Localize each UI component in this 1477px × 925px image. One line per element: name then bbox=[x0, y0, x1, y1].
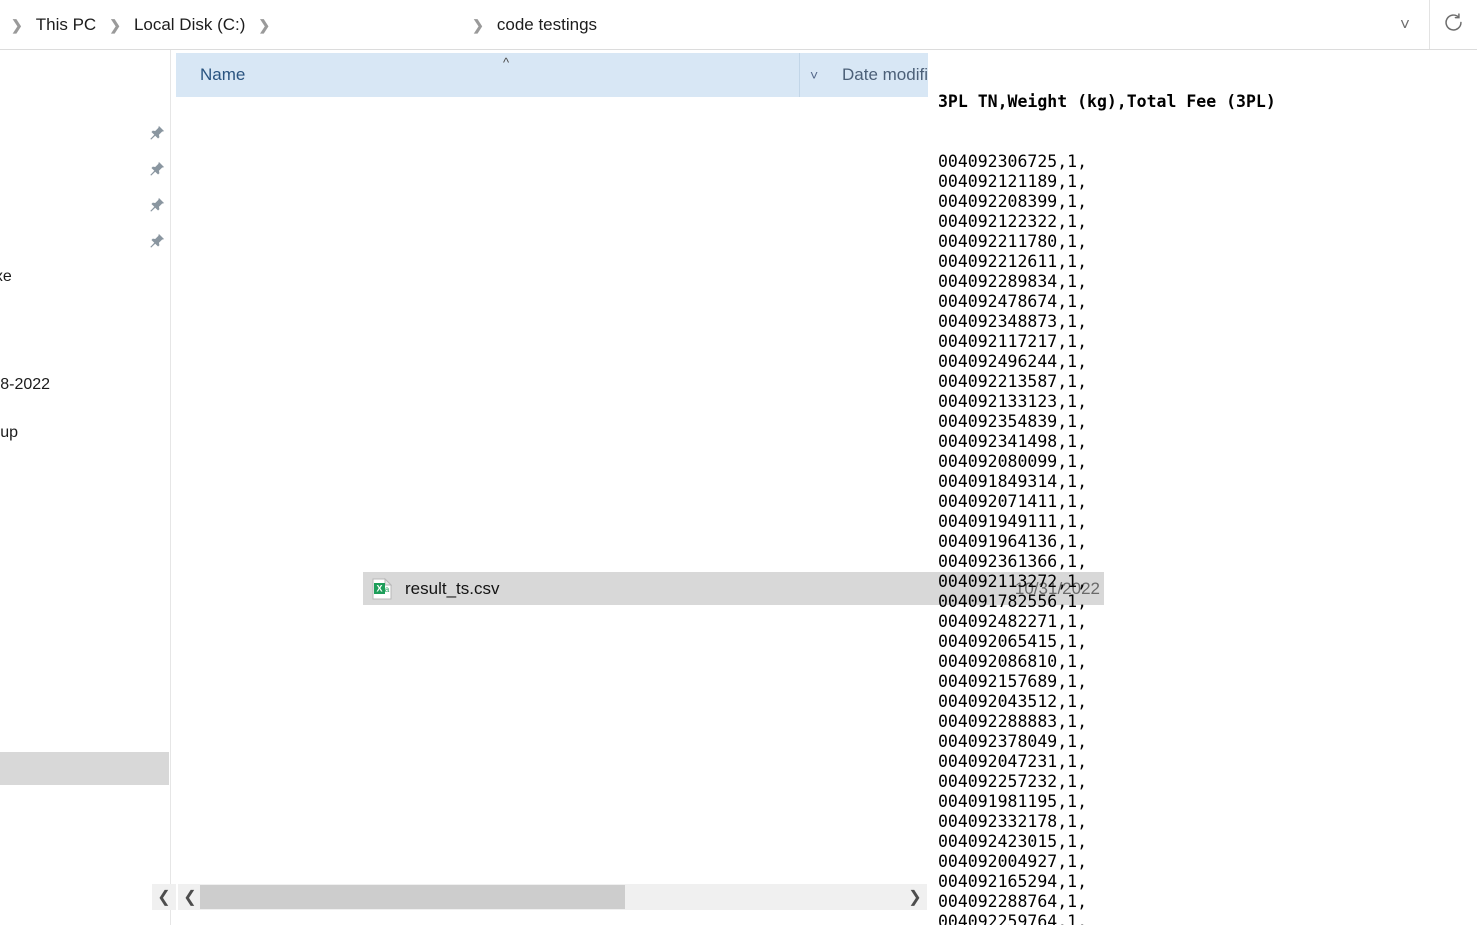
csv-line: 004092065415,1, bbox=[938, 632, 1088, 651]
csv-header-line: 3PL TN,Weight (kg),Total Fee (3PL) bbox=[938, 92, 1276, 111]
svg-text:X: X bbox=[376, 583, 382, 593]
address-bar-actions: ˅ bbox=[1381, 0, 1477, 49]
csv-line: 004091949111,1, bbox=[938, 512, 1088, 531]
csv-line: 004092306725,1, bbox=[938, 152, 1088, 171]
navigation-pane[interactable]: exe -28-2022 roup bbox=[0, 50, 171, 925]
chevron-down-icon: ˅ bbox=[810, 67, 819, 83]
csv-line: 004092213587,1, bbox=[938, 372, 1088, 391]
csv-line: 004092378049,1, bbox=[938, 732, 1088, 751]
file-list-pane: ^ Name ˅ Date modifi X a result_ts.csv 1… bbox=[171, 50, 1104, 925]
breadcrumb-chevron-icon[interactable]: ❯ bbox=[461, 18, 495, 32]
csv-line: 004092212611,1, bbox=[938, 252, 1088, 271]
svg-text:a: a bbox=[385, 585, 390, 594]
csv-line: 004092113272,1, bbox=[938, 572, 1088, 591]
nav-item-date[interactable]: -28-2022 bbox=[0, 376, 50, 394]
breadcrumb-chevron-icon: ❯ bbox=[11, 16, 23, 33]
csv-line: 004092122322,1, bbox=[938, 212, 1088, 231]
csv-line-list: 004092306725,1, 004092121189,1, 0040922083… bbox=[938, 152, 1477, 925]
csv-line: 004092121189,1, bbox=[938, 172, 1088, 191]
chevron-left-icon: ❮ bbox=[183, 889, 197, 906]
breadcrumb-item-code-testings[interactable]: code testings bbox=[495, 15, 599, 35]
csv-line: 004092043512,1, bbox=[938, 692, 1088, 711]
csv-line: 004092348873,1, bbox=[938, 312, 1088, 331]
nav-item-group[interactable]: roup bbox=[0, 424, 18, 442]
chevron-down-icon: ˅ bbox=[1400, 15, 1410, 34]
csv-line: 004092086810,1, bbox=[938, 652, 1088, 671]
scrollbar-thumb[interactable] bbox=[200, 885, 625, 909]
csv-line: 004092289834,1, bbox=[938, 272, 1088, 291]
address-bar: ❯ This PC ❯ Local Disk (C:) ❯ ❯ code tes… bbox=[0, 0, 1477, 50]
nav-scroll-left-button[interactable]: ❮ bbox=[152, 884, 176, 910]
nav-item-selected[interactable] bbox=[0, 752, 169, 785]
csv-line: 004092496244,1, bbox=[938, 352, 1088, 371]
csv-line: 004091981195,1, bbox=[938, 792, 1088, 811]
pin-icon[interactable] bbox=[148, 160, 166, 178]
csv-line: 004091849314,1, bbox=[938, 472, 1088, 491]
csv-line: 004092157689,1, bbox=[938, 672, 1088, 691]
scroll-right-button[interactable]: ❯ bbox=[903, 884, 927, 910]
column-header-row: ^ Name ˅ Date modifi bbox=[176, 53, 928, 97]
csv-line: 004092361366,1, bbox=[938, 552, 1088, 571]
csv-line: 004092257232,1, bbox=[938, 772, 1088, 791]
column-header-date-modified[interactable]: Date modifi bbox=[828, 53, 928, 97]
csv-line: 004092080099,1, bbox=[938, 452, 1088, 471]
pin-icon[interactable] bbox=[148, 124, 166, 142]
breadcrumb-item-this-pc[interactable]: This PC bbox=[34, 15, 98, 35]
csv-line: 004092332178,1, bbox=[938, 812, 1088, 831]
csv-line: 004091782556,1, bbox=[938, 592, 1088, 611]
breadcrumb-chevron-icon[interactable]: ❯ bbox=[98, 18, 132, 32]
file-name-label: result_ts.csv bbox=[405, 578, 500, 598]
csv-line: 004092133123,1, bbox=[938, 392, 1088, 411]
csv-line: 004092341498,1, bbox=[938, 432, 1088, 451]
file-explorer-window: ❯ This PC ❯ Local Disk (C:) ❯ ❯ code tes… bbox=[0, 0, 1477, 925]
csv-line: 004092478674,1, bbox=[938, 292, 1088, 311]
breadcrumb: ❯ This PC ❯ Local Disk (C:) ❯ ❯ code tes… bbox=[0, 0, 599, 49]
csv-line: 004092004927,1, bbox=[938, 852, 1088, 871]
breadcrumb-item-local-disk[interactable]: Local Disk (C:) bbox=[132, 15, 247, 35]
csv-line: 004091964136,1, bbox=[938, 532, 1088, 551]
nav-item-exe[interactable]: exe bbox=[0, 268, 12, 286]
scroll-left-button[interactable]: ❮ bbox=[178, 884, 202, 910]
csv-line: 004092047231,1, bbox=[938, 752, 1088, 771]
pin-icon[interactable] bbox=[148, 196, 166, 214]
csv-line: 004092165294,1, bbox=[938, 872, 1088, 891]
csv-line: 004092211780,1, bbox=[938, 232, 1088, 251]
column-header-name-label: Name bbox=[200, 65, 246, 84]
csv-line: 004092423015,1, bbox=[938, 832, 1088, 851]
column-header-name[interactable]: ^ Name bbox=[176, 53, 799, 97]
csv-line: 004092354839,1, bbox=[938, 412, 1088, 431]
chevron-right-icon: ❯ bbox=[908, 889, 922, 906]
csv-line: 004092288883,1, bbox=[938, 712, 1088, 731]
refresh-icon bbox=[1443, 12, 1464, 38]
csv-text-preview: 3PL TN,Weight (kg),Total Fee (3PL) 00409… bbox=[938, 52, 1477, 925]
csv-line: 004092259764,1, bbox=[938, 912, 1088, 925]
csv-line: 004092288764,1, bbox=[938, 892, 1088, 911]
csv-line: 004092071411,1, bbox=[938, 492, 1088, 511]
csv-line: 004092208399,1, bbox=[938, 192, 1088, 211]
csv-line: 004092482271,1, bbox=[938, 612, 1088, 631]
caret-up-icon: ^ bbox=[503, 55, 510, 70]
column-filter-dropdown-button[interactable]: ˅ bbox=[800, 53, 828, 97]
csv-line: 004092117217,1, bbox=[938, 332, 1088, 351]
csv-file-icon: X a bbox=[372, 577, 393, 600]
breadcrumb-chevron-icon[interactable]: ❯ bbox=[247, 18, 281, 32]
history-dropdown-button[interactable]: ˅ bbox=[1381, 0, 1429, 49]
refresh-button[interactable] bbox=[1429, 0, 1477, 49]
pin-icon[interactable] bbox=[148, 232, 166, 250]
chevron-left-icon: ❮ bbox=[157, 889, 171, 906]
horizontal-scrollbar[interactable]: ❮ ❯ bbox=[178, 884, 927, 910]
